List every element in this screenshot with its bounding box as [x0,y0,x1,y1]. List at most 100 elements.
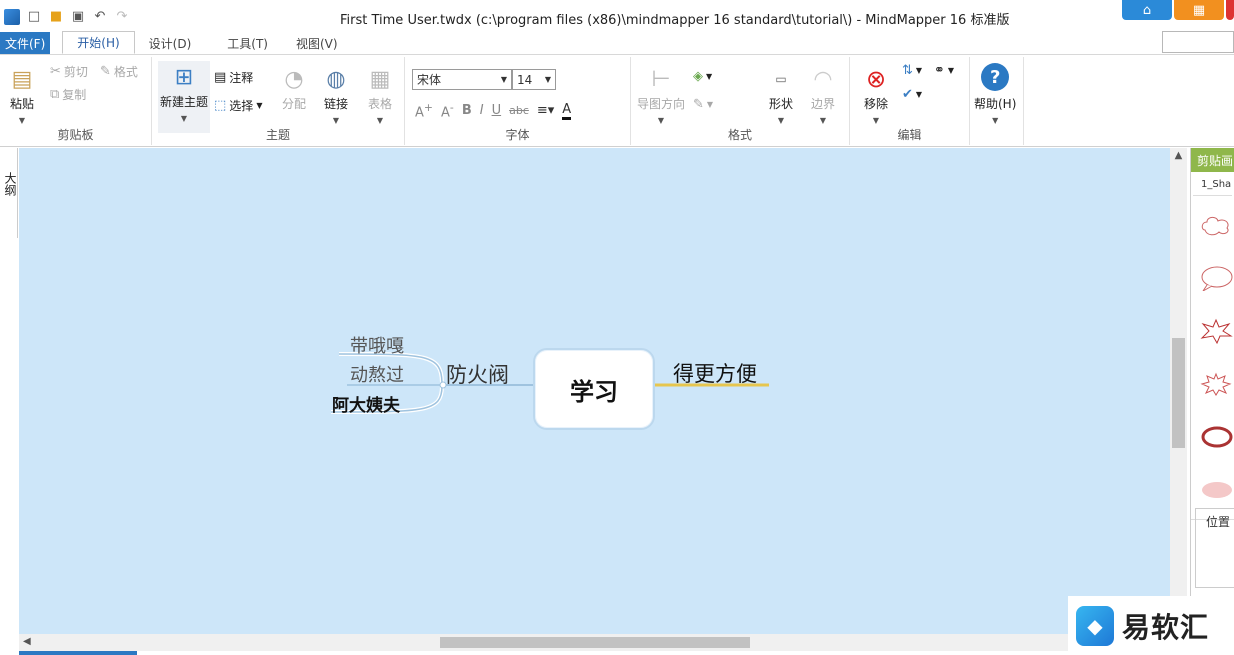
bold-icon[interactable]: B [462,103,472,118]
border-button[interactable]: ◠ 边界 ▼ [807,63,839,126]
paste-icon: ▤ [11,66,33,92]
tab-tools[interactable]: 工具(T) [213,32,282,54]
chevron-down-icon: ▼ [500,75,507,84]
group-clipboard: ▤ 粘贴 ▼ ✂ 剪切 ✎ 格式 ⧉ 复制 剪贴板 [0,57,152,145]
format-painter-button[interactable]: ✎ 格式 [100,63,138,80]
strikethrough-icon[interactable]: abc [509,104,529,117]
edit-group-label: 编辑 [897,128,922,142]
copy-button[interactable]: ⧉ 复制 [50,86,86,103]
grow-font-icon[interactable]: A+ [415,101,433,120]
cloud-shape-icon[interactable] [1199,212,1233,238]
underline-icon[interactable]: U [492,103,502,118]
map-direction-button[interactable]: ⊢ 导图方向 ▼ [637,63,685,126]
table-button[interactable]: ▦ 表格 ▼ [364,63,396,126]
tab-design[interactable]: 设计(D) [135,32,206,54]
new-file-icon[interactable]: □ [26,9,42,25]
italic-icon[interactable]: I [480,103,484,118]
chevron-down-icon: ▼ [18,116,26,125]
timer-icon: ◔ [284,66,304,92]
subtopic-1-label: 带哦嘎 [350,336,404,357]
horizontal-scroll-thumb[interactable] [440,637,750,648]
clipart-category-select[interactable]: 1_Shap [1193,176,1232,196]
topic-left-label: 防火阀 [446,363,509,387]
open-folder-icon[interactable]: ■ [48,9,64,25]
subtopic-2-label: 动熬过 [350,365,404,386]
scroll-left-icon[interactable]: ◀ [23,636,31,647]
cut-label: 剪切 [63,65,88,79]
group-topic: ⊞ 新建主题 ▼ ▤ 注释 ⬚ 选择 ▼ ◔ 分配 ◍ 链接 ▼ ▦ 表格 ▼ … [152,57,405,145]
copy-icon: ⧉ [50,87,60,102]
tab-view[interactable]: 视图(V) [282,32,352,54]
status-indicator [19,651,137,655]
font-color-icon[interactable]: A [562,102,572,120]
pen-icon: ✎ [693,97,704,112]
search-input[interactable] [1162,31,1234,53]
explosion-shape-icon[interactable] [1199,371,1233,397]
remove-button[interactable]: ⊗ 移除 ▼ [860,63,892,125]
clipart-tab[interactable]: 剪贴画 [1191,148,1234,172]
redo-icon[interactable]: ↷ [114,9,130,25]
file-menu[interactable]: 文件(F) [0,32,51,54]
sort-button[interactable]: ⇅ ▼ [902,63,922,78]
distribute-button[interactable]: ◔ 分配 [278,63,310,112]
spellcheck-button[interactable]: ✔ ▼ [902,87,922,102]
link-button[interactable]: ◍ 链接 ▼ [320,63,352,126]
central-topic[interactable]: 学习 [533,348,655,430]
watermark-text: 易软汇 [1122,610,1210,644]
group-edit: ⊗ 移除 ▼ ⇅ ▼ ⚭ ▼ ✔ ▼ 编辑 [850,57,970,145]
select-button[interactable]: ⬚ 选择 ▼ [214,97,262,114]
watermark: ◆ 易软汇 [1068,596,1234,655]
brush-icon: ✎ [100,64,111,79]
fill-color-button[interactable]: ◈ ▼ [693,69,712,84]
extra-button[interactable] [1226,0,1234,20]
shrink-font-icon[interactable]: A- [441,101,454,120]
speech-bubble-icon[interactable] [1199,265,1233,292]
table-label: 表格 [367,97,392,111]
font-size-select[interactable]: 14 ▼ [512,69,556,90]
outline-tab[interactable]: 大纲 [0,148,18,238]
subtopic-1[interactable]: 带哦嘎 [350,332,404,358]
font-family-select[interactable]: 宋体 ▼ [412,69,512,90]
vertical-scroll-thumb[interactable] [1172,338,1185,448]
find-button[interactable]: ⚭ ▼ [934,63,954,78]
subtopic-2[interactable]: 动熬过 [350,361,404,387]
scroll-up-icon[interactable]: ▲ [1170,150,1187,161]
chevron-down-icon: ▼ [376,116,384,125]
line-color-button[interactable]: ✎ ▼ [693,97,713,112]
topic-right[interactable]: 得更方便 [673,358,757,388]
clipart-panel: 剪贴画 1_Shap 位置 [1190,148,1234,655]
new-topic-icon: ⊞ [174,64,194,90]
topic-right-label: 得更方便 [673,362,757,386]
paste-button[interactable]: ▤ 粘贴 ▼ [6,63,38,126]
save-icon[interactable]: ▣ [70,9,86,25]
new-topic-button[interactable]: ⊞ 新建主题 ▼ [158,61,211,133]
subtopic-3[interactable]: 阿大姨夫 [332,391,400,416]
ring-shape-icon[interactable] [1199,424,1233,450]
app-logo-icon[interactable] [4,8,20,25]
pink-blob-icon[interactable] [1199,477,1233,503]
undo-icon[interactable]: ↶ [92,9,108,25]
map-canvas[interactable]: 学习 得更方便 防火阀 带哦嘎 动熬过 阿大姨夫 [19,148,1170,634]
horizontal-scrollbar[interactable]: ◀ [19,634,1170,651]
topic-left[interactable]: 防火阀 [446,359,509,389]
note-button[interactable]: ▤ 注释 [214,69,253,86]
window-buttons: ⌂ ▦ [1122,0,1234,20]
shape-button[interactable]: ▭ 形状 ▼ [765,63,797,125]
cut-button[interactable]: ✂ 剪切 [50,63,88,80]
watermark-logo-icon: ◆ [1076,605,1114,646]
note-label: 注释 [229,71,254,85]
align-icon[interactable]: ≡▾ [537,103,554,118]
burst-shape-icon[interactable] [1199,318,1233,345]
font-format-row: A+ A- B I U abc ≡▾ A [415,101,572,120]
vertical-scrollbar[interactable]: ▲ [1170,148,1187,634]
home-button[interactable]: ⌂ [1122,0,1172,20]
paint-bucket-icon: ◈ [693,69,703,84]
chevron-down-icon: ▼ [180,114,188,123]
group-font: 宋体 ▼ 14 ▼ A+ A- B I U abc ≡▾ A 字体 [405,57,631,145]
new-topic-label: 新建主题 [160,95,209,109]
calendar-button[interactable]: ▦ [1174,0,1224,20]
help-button[interactable]: ? 帮助(H) ▼ [974,63,1016,125]
tab-home[interactable]: 开始(H) [62,31,135,54]
map-direction-icon: ⊢ [651,66,671,92]
group-help: ? 帮助(H) ▼ [970,57,1024,145]
